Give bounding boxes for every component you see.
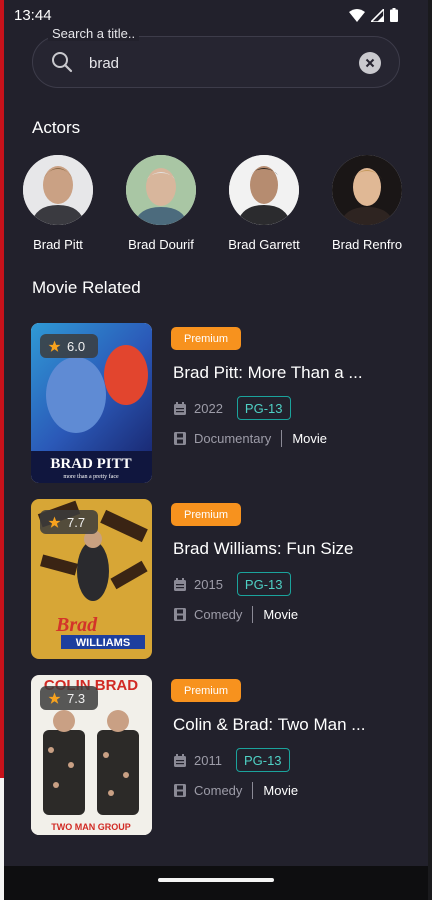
movie-poster: Brad WILLIAMS 7.7 (31, 499, 152, 659)
movie-title: Brad Williams: Fun Size (173, 539, 354, 558)
movie-genre: Comedy (194, 607, 243, 622)
actor-name: Brad Renfro (331, 237, 403, 252)
actor-item[interactable]: Brad Garrett (214, 155, 314, 252)
poster-subtitle: TWO MAN GROUP (51, 822, 131, 832)
search-input[interactable] (89, 51, 349, 75)
battery-icon (390, 8, 398, 22)
app-screen: 13:44 Search a title.. Actors Brad Pitt (4, 0, 428, 900)
poster-subtitle: more than a pretty face (63, 473, 119, 480)
rating-value: 7.7 (67, 514, 86, 530)
movie-year: 2015 (194, 576, 223, 592)
movie-year: 2022 (194, 400, 223, 416)
actor-avatar (229, 155, 299, 225)
movie-type: Movie (263, 783, 299, 798)
clear-search-button[interactable] (359, 52, 381, 74)
movie-year-row: 2011 PG-13 (174, 748, 290, 772)
film-icon (174, 784, 186, 797)
search-field[interactable] (32, 36, 400, 88)
film-icon (174, 608, 186, 621)
actor-avatar (332, 155, 402, 225)
movie-genre-row: Comedy Movie (174, 782, 298, 799)
actor-name: Brad Garrett (228, 237, 300, 252)
movie-related-section-title: Movie Related (32, 278, 141, 297)
rating-badge: 6.0 (40, 334, 98, 358)
movie-title: Colin & Brad: Two Man ... (173, 715, 366, 734)
rating-value: 6.0 (67, 338, 86, 354)
movie-card[interactable]: BRAD PITT more than a pretty face 6.0 Pr… (31, 323, 411, 483)
calendar-icon (174, 753, 186, 767)
movie-genre: Documentary (194, 431, 272, 446)
divider (281, 430, 283, 447)
star-icon (48, 516, 61, 528)
movie-type: Movie (263, 607, 299, 622)
calendar-icon (174, 401, 186, 415)
star-icon (48, 692, 61, 704)
home-indicator[interactable] (158, 878, 274, 882)
search-label: Search a title.. (48, 26, 140, 41)
actor-item[interactable]: Brad Pitt (8, 155, 108, 252)
movie-title: Brad Pitt: More Than a ... (173, 363, 363, 382)
movie-poster: BRAD PITT more than a pretty face 6.0 (31, 323, 152, 483)
calendar-icon (174, 577, 186, 591)
signal-icon (371, 8, 384, 22)
status-time: 13:44 (14, 7, 52, 24)
movie-card[interactable]: COLIN BRAD TWO MAN GROUP 7.3 Premium Col… (31, 675, 411, 835)
movie-year-row: 2015 PG-13 (174, 572, 291, 596)
actor-item[interactable]: Brad Dourif (111, 155, 211, 252)
actor-name: Brad Dourif (128, 237, 194, 252)
wifi-icon (349, 8, 365, 22)
actor-item[interactable]: Brad Renfro (317, 155, 417, 252)
divider (252, 606, 254, 623)
movie-type: Movie (292, 431, 327, 446)
certification-badge: PG-13 (236, 396, 291, 420)
movie-genre-row: Documentary Movie (174, 430, 327, 447)
actor-avatar (126, 155, 196, 225)
close-icon (365, 58, 375, 68)
status-icons (349, 8, 398, 22)
premium-badge: Premium (171, 327, 241, 350)
right-edge (428, 0, 432, 900)
film-icon (174, 432, 186, 445)
movie-year-row: 2022 PG-13 (174, 396, 291, 420)
poster-subtitle: WILLIAMS (76, 637, 130, 649)
certification-badge: PG-13 (235, 748, 290, 772)
search-icon (52, 52, 73, 73)
movie-year: 2011 (194, 752, 222, 768)
movie-poster: COLIN BRAD TWO MAN GROUP 7.3 (31, 675, 152, 835)
divider (252, 782, 254, 799)
poster-title: Brad (55, 614, 98, 636)
rating-badge: 7.3 (40, 686, 98, 710)
poster-title: BRAD PITT (50, 456, 131, 472)
movie-card[interactable]: Brad WILLIAMS 7.7 Premium Brad Williams:… (31, 499, 411, 659)
actor-name: Brad Pitt (33, 237, 83, 252)
rating-value: 7.3 (67, 690, 86, 706)
movie-genre-row: Comedy Movie (174, 606, 298, 623)
actors-section-title: Actors (32, 118, 81, 137)
certification-badge: PG-13 (236, 572, 291, 596)
movie-genre: Comedy (194, 783, 243, 798)
star-icon (48, 340, 61, 352)
rating-badge: 7.7 (40, 510, 98, 534)
actor-avatar (23, 155, 93, 225)
premium-badge: Premium (171, 679, 241, 702)
premium-badge: Premium (171, 503, 241, 526)
navigation-bar (4, 866, 428, 900)
